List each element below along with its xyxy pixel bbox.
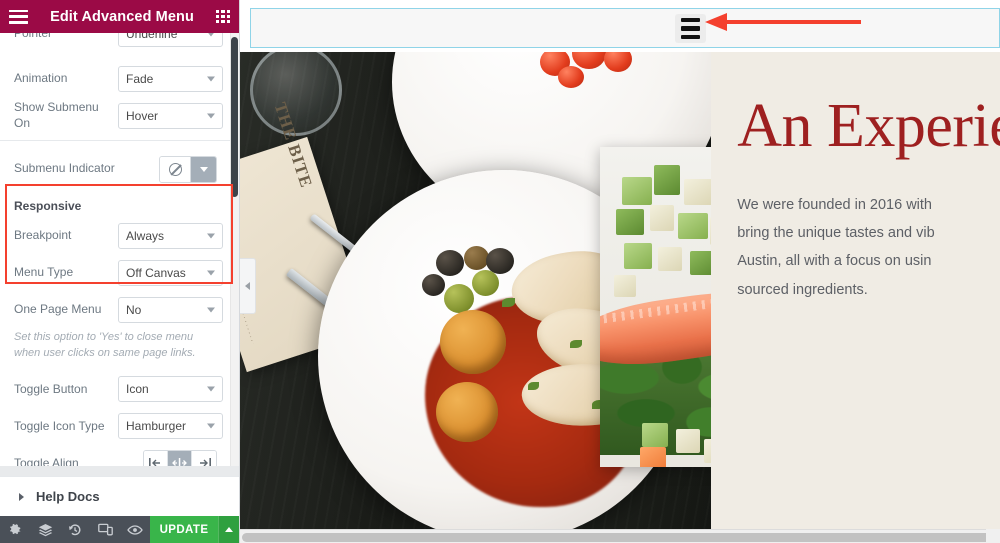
chevron-down-icon (207, 386, 215, 392)
panel-header: Edit Advanced Menu (0, 0, 239, 33)
editor-panel: Edit Advanced Menu Pointer Underline Ani… (0, 0, 240, 543)
panel-footer: UPDATE (0, 516, 239, 543)
annotation-arrow (705, 13, 861, 31)
control-breakpoint[interactable]: Breakpoint Always (14, 217, 223, 254)
select-value: Underline (126, 33, 178, 41)
canvas-horizontal-scrollbar[interactable] (240, 529, 1000, 543)
control-pointer[interactable]: Pointer Underline (14, 33, 223, 47)
control-label: Show Submenu On (14, 99, 99, 130)
panel-section-gap (0, 466, 239, 476)
control-label: One Page Menu (14, 301, 102, 316)
hero-text-block: An Experie We were founded in 2016 with … (711, 52, 1000, 529)
update-options-button[interactable] (217, 516, 239, 543)
control-label: Pointer (14, 33, 53, 41)
canvas-top-gutter (240, 0, 1000, 8)
hero-paragraph-line: We were founded in 2016 with (737, 196, 932, 213)
help-docs-section[interactable]: Help Docs (0, 476, 239, 516)
panel-collapse-handle[interactable] (240, 258, 256, 314)
chevron-down-icon (199, 166, 208, 172)
chevron-down-icon (207, 33, 215, 37)
breakpoint-select[interactable]: Always (118, 222, 223, 249)
control-submenu-indicator[interactable]: Submenu Indicator (14, 147, 217, 191)
control-menu-type[interactable]: Menu Type Off Canvas (14, 254, 223, 291)
layers-navigator-icon[interactable] (30, 516, 60, 543)
panel-scrollbar-thumb[interactable] (231, 37, 238, 197)
select-value: No (126, 302, 142, 317)
control-toggle-icon-type[interactable]: Toggle Icon Type Hamburger (14, 408, 223, 445)
toggle-align-group[interactable] (143, 450, 217, 466)
align-left-icon[interactable] (144, 451, 168, 466)
widgets-grid-icon[interactable] (216, 9, 230, 24)
page-canvas: THE BITE An Experie We were founded in 2… (240, 0, 1000, 543)
hamburger-icon[interactable] (9, 9, 28, 24)
salmon-photo (600, 147, 712, 467)
select-value: Hamburger (126, 419, 187, 434)
control-label: Toggle Button (14, 381, 88, 396)
hamburger-toggle-icon[interactable] (675, 14, 706, 43)
divider (0, 140, 231, 141)
select-value: Off Canvas (126, 265, 186, 280)
update-button[interactable]: UPDATE (150, 516, 218, 543)
hero-paragraph-line: Austin, all with a focus on usin (737, 253, 932, 270)
submenu-indicator-control[interactable] (159, 155, 217, 183)
control-animation[interactable]: Animation Fade (14, 60, 223, 97)
section-title-responsive: Responsive (14, 199, 82, 213)
hero-paragraph: We were founded in 2016 with bring the u… (737, 191, 1000, 304)
one-page-menu-hint: Set this option to 'Yes' to close menu w… (14, 331, 196, 359)
hero-section: THE BITE An Experie We were founded in 2… (240, 52, 1000, 529)
select-value: Icon (126, 382, 149, 397)
submenu-indicator-dropdown[interactable] (191, 156, 216, 182)
control-show-submenu-on[interactable]: Show Submenu On Hover (14, 97, 223, 134)
select-value: Hover (126, 108, 159, 123)
responsive-mode-icon[interactable] (90, 516, 120, 543)
chevron-down-icon (207, 76, 215, 81)
align-right-icon[interactable] (192, 451, 216, 466)
chevron-left-icon (245, 282, 250, 290)
chevron-up-icon (224, 527, 233, 532)
control-label: Toggle Align (14, 455, 79, 466)
pointer-select[interactable]: Underline (118, 33, 223, 47)
history-revisions-icon[interactable] (60, 516, 90, 543)
control-one-page-menu[interactable]: One Page Menu No (14, 291, 223, 328)
nav-section-widget[interactable] (250, 8, 1000, 48)
select-value: Fade (126, 71, 154, 86)
control-toggle-align[interactable]: Toggle Align (14, 445, 217, 466)
panel-vertical-scrollbar[interactable] (230, 33, 239, 466)
align-center-icon[interactable] (168, 451, 192, 466)
preview-eye-icon[interactable] (120, 516, 150, 543)
scrollbar-corner (986, 529, 1000, 543)
show-submenu-on-select[interactable]: Hover (118, 102, 223, 129)
control-label: Menu Type (14, 264, 74, 279)
chevron-down-icon (207, 113, 215, 118)
animation-select[interactable]: Fade (118, 65, 223, 92)
triangle-right-icon (19, 492, 24, 501)
select-value: Always (126, 228, 165, 243)
hero-paragraph-line: bring the unique tastes and vib (737, 225, 935, 242)
control-label: Animation (14, 70, 68, 85)
elementor-editor-screen: THE BITE An Experie We were founded in 2… (0, 0, 1000, 543)
panel-title: Edit Advanced Menu (50, 8, 194, 25)
control-toggle-button[interactable]: Toggle Button Icon (14, 371, 223, 408)
chevron-down-icon (207, 307, 215, 312)
control-label: Toggle Icon Type (14, 418, 105, 433)
help-docs-label: Help Docs (36, 489, 100, 504)
none-ban-icon[interactable] (160, 156, 191, 182)
toggle-button-select[interactable]: Icon (118, 376, 223, 403)
menu-type-select[interactable]: Off Canvas (118, 259, 223, 286)
chevron-down-icon (207, 270, 215, 275)
toggle-icon-type-select[interactable]: Hamburger (118, 413, 223, 440)
chevron-down-icon (207, 233, 215, 238)
hero-paragraph-line: sourced ingredients. (737, 281, 868, 298)
chevron-down-icon (207, 423, 215, 429)
control-label: Submenu Indicator (14, 161, 115, 176)
hero-image-collage: THE BITE (240, 52, 712, 529)
hero-heading: An Experie (737, 92, 1000, 160)
one-page-menu-select[interactable]: No (118, 296, 223, 323)
settings-gear-icon[interactable] (0, 516, 30, 543)
control-label: Breakpoint (14, 227, 72, 242)
panel-body: Pointer Underline Animation Fade Show Su… (0, 33, 239, 466)
horizontal-scrollbar-thumb[interactable] (242, 533, 1000, 542)
